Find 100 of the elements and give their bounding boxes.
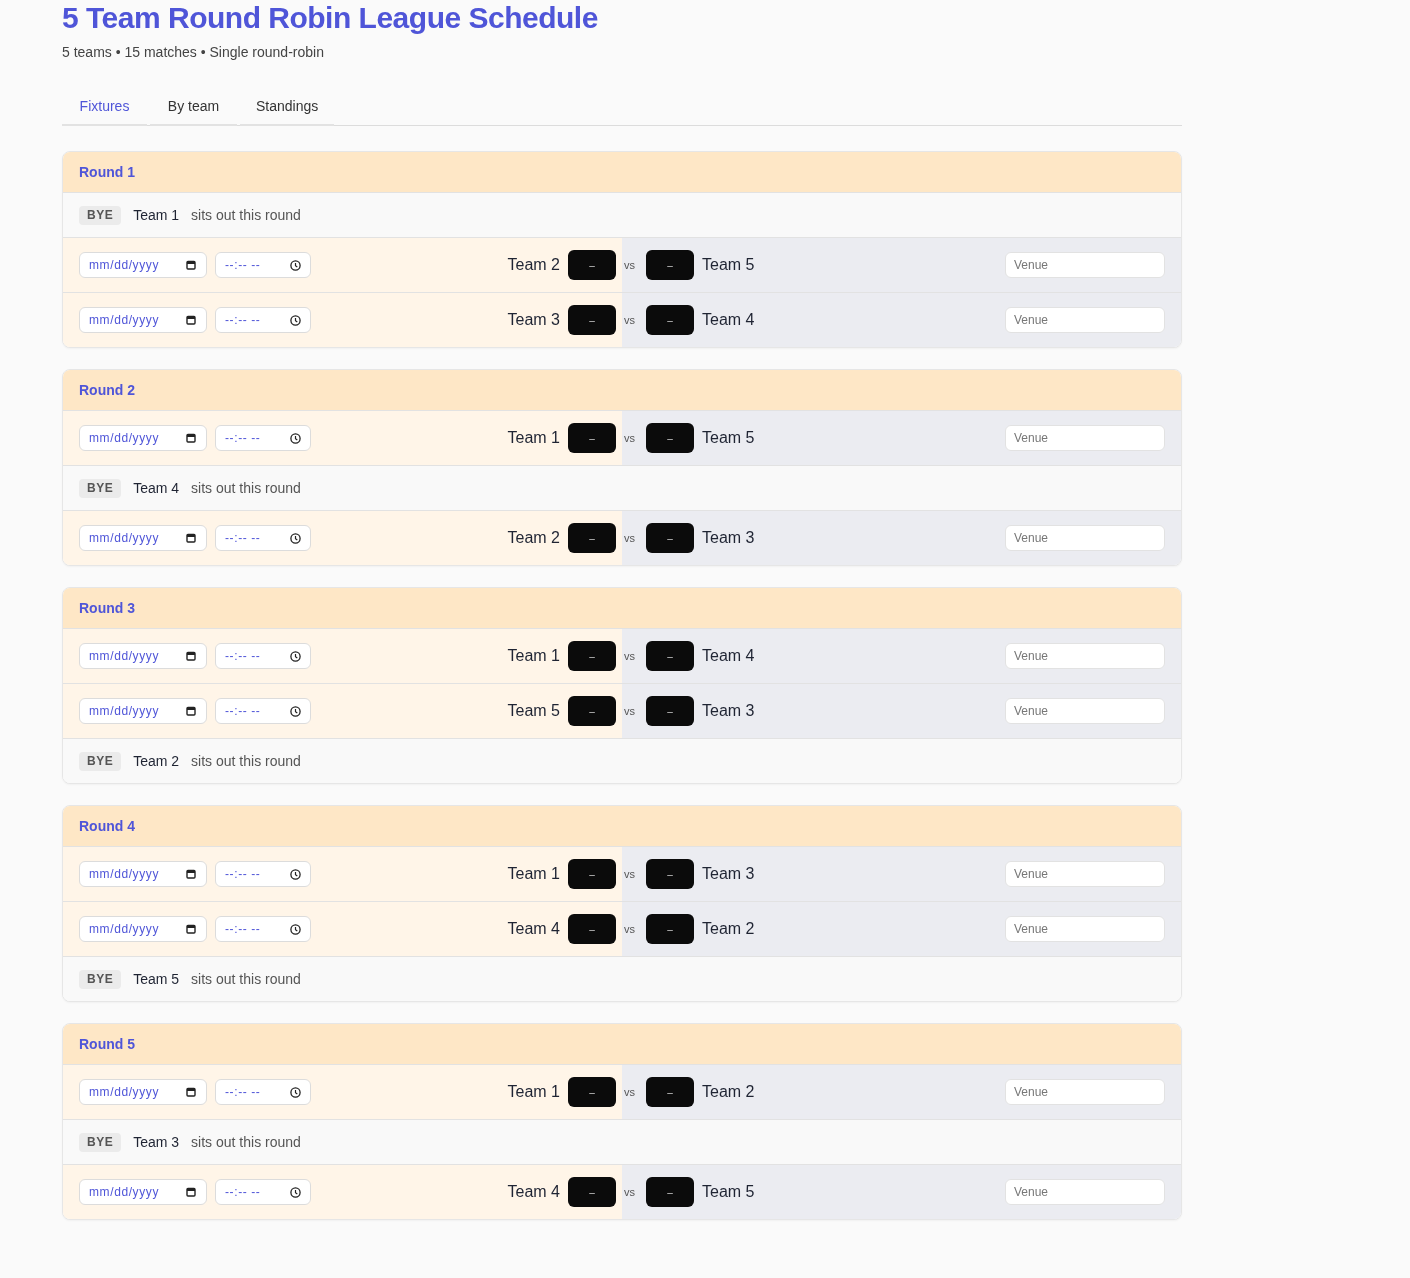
versus-label: vs: [624, 312, 636, 328]
round-title: Round 2: [79, 380, 135, 400]
home-team-name: Team 2: [507, 255, 560, 275]
tab[interactable]: Fixtures: [62, 89, 147, 126]
away-team-name: Team 5: [702, 255, 755, 275]
score-field[interactable]: –: [568, 859, 616, 889]
venue-field[interactable]: Venue: [1005, 307, 1165, 333]
score-field[interactable]: –: [646, 1177, 694, 1207]
score-field[interactable]: –: [646, 250, 694, 280]
time-field[interactable]: --:-- --: [215, 425, 311, 451]
venue-field[interactable]: Venue: [1005, 643, 1165, 669]
home-team-name: Team 4: [507, 1182, 560, 1202]
bye-team-name: Team 4: [133, 478, 180, 498]
date-field[interactable]: mm/dd/yyyy: [79, 425, 207, 451]
score-field[interactable]: –: [646, 914, 694, 944]
date-field[interactable]: mm/dd/yyyy: [79, 698, 207, 724]
score-field[interactable]: –: [568, 696, 616, 726]
score-field[interactable]: –: [568, 250, 616, 280]
home-team-name: Team 1: [507, 864, 560, 884]
bye-note: sits out this round: [191, 205, 301, 225]
score-field[interactable]: –: [568, 305, 616, 335]
score-field[interactable]: –: [568, 523, 616, 553]
away-team-name: Team 5: [702, 1182, 755, 1202]
time-field[interactable]: --:-- --: [215, 861, 311, 887]
bye-badge: BYE: [79, 1132, 122, 1152]
calendar-icon: [186, 1086, 197, 1098]
calendar-icon: [186, 532, 197, 544]
page-title: 5 Team Round Robin League Schedule: [62, 0, 599, 36]
clock-icon: [290, 1086, 301, 1098]
bye-team-name: Team 2: [133, 751, 180, 771]
calendar-icon: [186, 705, 197, 717]
bye-badge: BYE: [79, 478, 122, 498]
versus-label: vs: [624, 921, 636, 937]
score-field[interactable]: –: [646, 641, 694, 671]
clock-icon: [290, 259, 301, 271]
score-field[interactable]: –: [646, 859, 694, 889]
date-field[interactable]: mm/dd/yyyy: [79, 861, 207, 887]
venue-field[interactable]: Venue: [1005, 425, 1165, 451]
versus-label: vs: [624, 648, 636, 664]
venue-field[interactable]: Venue: [1005, 252, 1165, 278]
score-field[interactable]: –: [568, 423, 616, 453]
calendar-icon: [186, 650, 197, 662]
calendar-icon: [186, 1186, 197, 1198]
page-subtitle: 5 teams • 15 matches • Single round-robin: [62, 43, 325, 61]
round-title: Round 5: [79, 1034, 135, 1054]
venue-field[interactable]: Venue: [1005, 916, 1165, 942]
versus-label: vs: [624, 703, 636, 719]
calendar-icon: [186, 259, 197, 271]
versus-label: vs: [624, 866, 636, 882]
date-field[interactable]: mm/dd/yyyy: [79, 307, 207, 333]
time-field[interactable]: --:-- --: [215, 525, 311, 551]
score-field[interactable]: –: [646, 1077, 694, 1107]
score-field[interactable]: –: [568, 1177, 616, 1207]
date-field[interactable]: mm/dd/yyyy: [79, 916, 207, 942]
versus-label: vs: [624, 430, 636, 446]
date-field[interactable]: mm/dd/yyyy: [79, 252, 207, 278]
bye-badge: BYE: [79, 969, 122, 989]
score-field[interactable]: –: [568, 641, 616, 671]
tab[interactable]: Standings: [240, 89, 335, 126]
away-team-name: Team 4: [702, 310, 755, 330]
date-field[interactable]: mm/dd/yyyy: [79, 1179, 207, 1205]
time-field[interactable]: --:-- --: [215, 698, 311, 724]
time-field[interactable]: --:-- --: [215, 916, 311, 942]
venue-field[interactable]: Venue: [1005, 1079, 1165, 1105]
score-field[interactable]: –: [568, 914, 616, 944]
tab[interactable]: By team: [150, 89, 237, 126]
bye-note: sits out this round: [191, 751, 301, 771]
home-team-name: Team 5: [507, 701, 560, 721]
bye-team-name: Team 1: [133, 205, 180, 225]
date-field[interactable]: mm/dd/yyyy: [79, 525, 207, 551]
score-field[interactable]: –: [568, 1077, 616, 1107]
bye-note: sits out this round: [191, 478, 301, 498]
venue-field[interactable]: Venue: [1005, 698, 1165, 724]
versus-label: vs: [624, 1184, 636, 1200]
time-field[interactable]: --:-- --: [215, 252, 311, 278]
away-team-name: Team 3: [702, 701, 755, 721]
bye-badge: BYE: [79, 205, 122, 225]
home-team-name: Team 3: [507, 310, 560, 330]
home-team-name: Team 4: [507, 919, 560, 939]
home-team-name: Team 2: [507, 528, 560, 548]
venue-field[interactable]: Venue: [1005, 525, 1165, 551]
score-field[interactable]: –: [646, 305, 694, 335]
time-field[interactable]: --:-- --: [215, 1079, 311, 1105]
venue-field[interactable]: Venue: [1005, 861, 1165, 887]
date-field[interactable]: mm/dd/yyyy: [79, 643, 207, 669]
time-field[interactable]: --:-- --: [215, 1179, 311, 1205]
date-field[interactable]: mm/dd/yyyy: [79, 1079, 207, 1105]
home-team-name: Team 1: [507, 646, 560, 666]
home-team-name: Team 1: [507, 428, 560, 448]
away-team-name: Team 3: [702, 864, 755, 884]
score-field[interactable]: –: [646, 423, 694, 453]
away-team-name: Team 3: [702, 528, 755, 548]
time-field[interactable]: --:-- --: [215, 643, 311, 669]
score-field[interactable]: –: [646, 696, 694, 726]
time-field[interactable]: --:-- --: [215, 307, 311, 333]
bye-note: sits out this round: [191, 1132, 301, 1152]
score-field[interactable]: –: [646, 523, 694, 553]
clock-icon: [290, 1186, 301, 1198]
venue-field[interactable]: Venue: [1005, 1179, 1165, 1205]
clock-icon: [290, 650, 301, 662]
